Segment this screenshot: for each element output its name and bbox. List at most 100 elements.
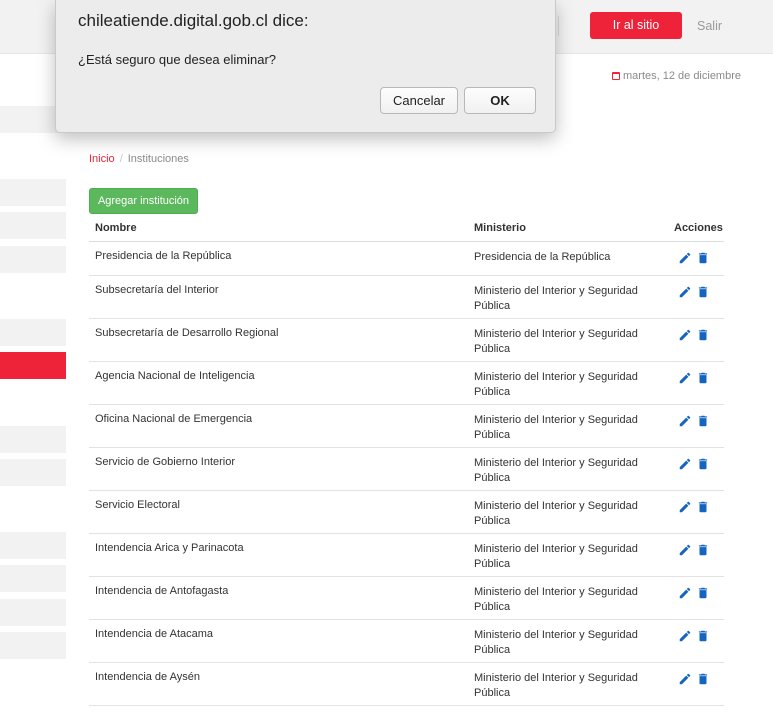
visit-site-button[interactable]: Ir al sitio	[590, 12, 682, 39]
ministry-name: Ministerio del Interior y Seguridad Públ…	[474, 629, 638, 656]
breadcrumb-home-link[interactable]: Inicio	[89, 153, 115, 165]
logout-link[interactable]: Salir	[697, 19, 722, 33]
row-actions	[678, 586, 714, 600]
confirm-dialog: chileatiende.digital.gob.cl dice: ¿Está …	[55, 0, 556, 133]
pencil-icon[interactable]	[678, 629, 692, 643]
ministry-name: Ministerio del Interior y Seguridad Públ…	[474, 371, 638, 398]
pencil-icon[interactable]	[678, 328, 692, 342]
sidebar-item[interactable]	[0, 212, 66, 239]
trash-icon[interactable]	[696, 500, 710, 514]
trash-icon[interactable]	[696, 414, 710, 428]
calendar-icon	[612, 72, 620, 80]
sidebar	[0, 54, 66, 713]
institution-name: Oficina Nacional de Emergencia	[95, 413, 253, 425]
add-institution-button[interactable]: Agregar institución	[89, 188, 198, 214]
pencil-icon[interactable]	[678, 586, 692, 600]
row-actions	[678, 500, 714, 514]
institution-name: Intendencia de Aysén	[95, 671, 200, 683]
row-actions	[678, 371, 714, 385]
table-row: Intendencia de Atacama Ministerio del Int…	[89, 620, 724, 663]
ministry-name: Presidencia de la República	[474, 251, 611, 263]
institution-name: Agencia Nacional de Inteligencia	[95, 370, 255, 382]
table-header: Nombre Ministerio Acciones	[89, 214, 724, 242]
table-row: Subsecretaría del Interior Ministerio del…	[89, 276, 724, 319]
trash-icon[interactable]	[696, 251, 710, 265]
trash-icon[interactable]	[696, 371, 710, 385]
sidebar-item[interactable]	[0, 632, 66, 659]
institution-name: Subsecretaría de Desarrollo Regional	[95, 327, 279, 339]
trash-icon[interactable]	[696, 586, 710, 600]
institution-name: Servicio de Gobierno Interior	[95, 456, 236, 468]
trash-icon[interactable]	[696, 328, 710, 342]
ministry-name: Ministerio del Interior y Seguridad Públ…	[474, 328, 638, 355]
table-body: Presidencia de la República Presidencia d…	[89, 242, 724, 706]
breadcrumb: Inicio / Instituciones	[89, 153, 189, 165]
row-actions	[678, 328, 714, 342]
row-actions	[678, 543, 714, 557]
dialog-title: chileatiende.digital.gob.cl dice:	[78, 11, 309, 30]
sidebar-item[interactable]	[0, 319, 66, 346]
breadcrumb-separator: /	[119, 153, 123, 165]
row-actions	[678, 285, 714, 299]
sidebar-item[interactable]	[0, 179, 66, 206]
trash-icon[interactable]	[696, 672, 710, 686]
institution-name: Intendencia Arica y Parinacota	[95, 542, 244, 554]
table-row: Servicio Electoral Ministerio del Interio…	[89, 491, 724, 534]
column-header-actions: Acciones	[674, 222, 723, 234]
pencil-icon[interactable]	[678, 285, 692, 299]
institutions-table: Nombre Ministerio Acciones Presidencia d…	[89, 214, 724, 706]
row-actions	[678, 414, 714, 428]
trash-icon[interactable]	[696, 285, 710, 299]
pencil-icon[interactable]	[678, 543, 692, 557]
institution-name: Intendencia de Atacama	[95, 628, 214, 640]
dialog-message: ¿Está seguro que desea eliminar?	[78, 52, 277, 67]
pencil-icon[interactable]	[678, 500, 692, 514]
table-row: Intendencia Arica y Parinacota Ministerio…	[89, 534, 724, 577]
cancel-button[interactable]: Cancelar	[380, 87, 458, 114]
trash-icon[interactable]	[696, 543, 710, 557]
pencil-icon[interactable]	[678, 371, 692, 385]
row-actions	[678, 251, 714, 265]
table-row: Servicio de Gobierno Interior Ministerio …	[89, 448, 724, 491]
ministry-name: Ministerio del Interior y Seguridad Públ…	[474, 285, 638, 312]
ministry-name: Ministerio del Interior y Seguridad Públ…	[474, 500, 638, 527]
pencil-icon[interactable]	[678, 414, 692, 428]
pencil-icon[interactable]	[678, 251, 692, 265]
ministry-name: Ministerio del Interior y Seguridad Públ…	[474, 543, 638, 570]
trash-icon[interactable]	[696, 629, 710, 643]
table-row: Agencia Nacional de Inteligencia Minister…	[89, 362, 724, 405]
row-actions	[678, 457, 714, 471]
header-divider	[558, 16, 559, 36]
table-row: Presidencia de la República Presidencia d…	[89, 242, 724, 276]
table-row: Intendencia de Aysén Ministerio del Inter…	[89, 663, 724, 706]
institution-name: Intendencia de Antofagasta	[95, 585, 229, 597]
trash-icon[interactable]	[696, 457, 710, 471]
row-actions	[678, 672, 714, 686]
pencil-icon[interactable]	[678, 457, 692, 471]
current-date: martes, 12 de diciembre	[612, 70, 741, 82]
ministry-name: Ministerio del Interior y Seguridad Públ…	[474, 414, 638, 441]
row-actions	[678, 629, 714, 643]
institution-name: Servicio Electoral	[95, 499, 180, 511]
sidebar-item[interactable]	[0, 565, 66, 592]
sidebar-item[interactable]	[0, 246, 66, 273]
pencil-icon[interactable]	[678, 672, 692, 686]
ok-button[interactable]: OK	[464, 87, 536, 114]
ministry-name: Ministerio del Interior y Seguridad Públ…	[474, 457, 638, 484]
sidebar-item-active[interactable]	[0, 352, 66, 379]
sidebar-item[interactable]	[0, 599, 66, 626]
table-row: Subsecretaría de Desarrollo Regional Mini…	[89, 319, 724, 362]
institution-name: Presidencia de la República	[95, 250, 232, 262]
breadcrumb-current: Instituciones	[127, 153, 189, 165]
date-text: martes, 12 de diciembre	[623, 70, 741, 82]
column-header-name: Nombre	[95, 222, 137, 234]
ministry-name: Ministerio del Interior y Seguridad Públ…	[474, 586, 638, 613]
sidebar-item[interactable]	[0, 426, 66, 453]
sidebar-item[interactable]	[0, 532, 66, 559]
institution-name: Subsecretaría del Interior	[95, 284, 219, 296]
table-row: Intendencia de Antofagasta Ministerio del…	[89, 577, 724, 620]
ministry-name: Ministerio del Interior y Seguridad Públ…	[474, 672, 638, 699]
sidebar-item[interactable]	[0, 459, 66, 486]
column-header-ministry: Ministerio	[474, 222, 526, 234]
table-row: Oficina Nacional de Emergencia Ministerio…	[89, 405, 724, 448]
